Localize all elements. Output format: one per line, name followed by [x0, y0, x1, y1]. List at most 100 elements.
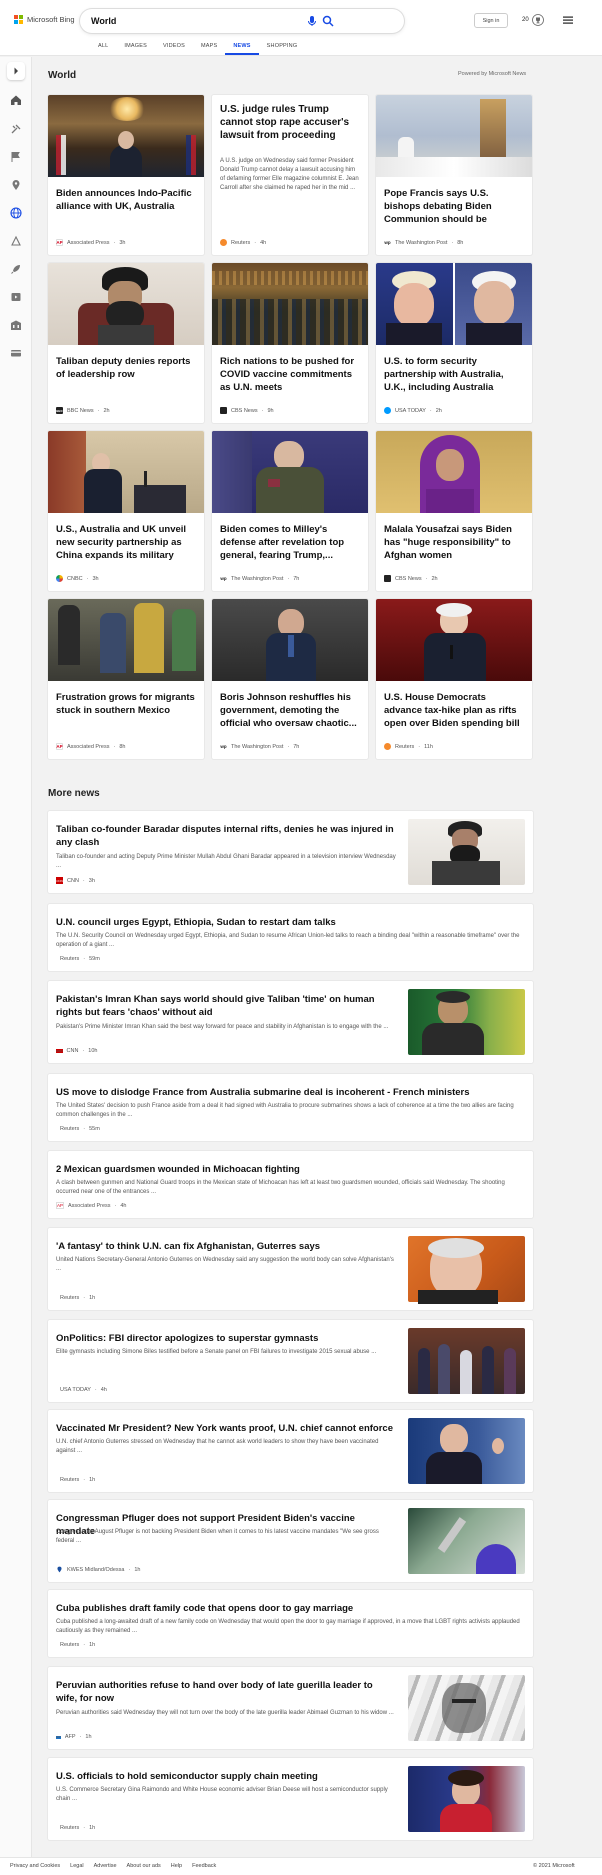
news-title[interactable]: Frustration grows for migrants stuck in …: [56, 691, 196, 717]
category-sidebar: [0, 57, 32, 1857]
home-icon[interactable]: [10, 94, 22, 106]
news-list-item[interactable]: U.S. officials to hold semiconductor sup…: [48, 1758, 533, 1840]
news-card[interactable]: Boris Johnson reshuffles his government,…: [212, 599, 368, 759]
news-card[interactable]: Pope Francis says U.S. bishops debating …: [376, 95, 532, 255]
news-card[interactable]: Rich nations to be pushed for COVID vacc…: [212, 263, 368, 423]
tab-maps[interactable]: MAPS: [193, 42, 225, 55]
tab-news[interactable]: NEWS: [225, 42, 259, 55]
news-title[interactable]: Rich nations to be pushed for COVID vacc…: [220, 355, 360, 394]
news-list-item[interactable]: US move to dislodge France from Australi…: [48, 1074, 533, 1141]
news-card[interactable]: U.S., Australia and UK unveil new securi…: [48, 431, 204, 591]
news-list-item[interactable]: Vaccinated Mr President? New York wants …: [48, 1410, 533, 1492]
news-card[interactable]: Malala Yousafzai says Biden has "huge re…: [376, 431, 532, 591]
footer-link-advertise[interactable]: Advertise: [94, 1863, 117, 1869]
news-title[interactable]: U.S. House Democrats advance tax-hike pl…: [384, 691, 524, 730]
news-title[interactable]: Pakistan's Imran Khan says world should …: [56, 993, 396, 1019]
news-card[interactable]: Taliban deputy denies reports of leaders…: [48, 263, 204, 423]
news-source: Reuters · 55m: [60, 1126, 100, 1132]
news-title[interactable]: U.N. council urges Egypt, Ethiopia, Suda…: [56, 916, 516, 929]
tab-all[interactable]: ALL: [90, 42, 116, 55]
news-snippet: Cuba published a long-awaited draft of a…: [56, 1619, 520, 1634]
building-icon[interactable]: [10, 319, 22, 331]
rewards-trophy-icon[interactable]: [532, 14, 544, 26]
card-icon[interactable]: [10, 347, 22, 359]
source-logo-icon: wp: [384, 239, 391, 246]
search-box[interactable]: World: [80, 9, 404, 33]
news-list-item[interactable]: Taliban co-founder Baradar disputes inte…: [48, 811, 533, 893]
news-title[interactable]: Taliban deputy denies reports of leaders…: [56, 355, 196, 381]
hamburger-menu-icon[interactable]: [563, 15, 573, 25]
footer-link-feedback[interactable]: Feedback: [192, 1863, 216, 1869]
news-card[interactable]: Frustration grows for migrants stuck in …: [48, 599, 204, 759]
news-title[interactable]: Peruvian authorities refuse to hand over…: [56, 1679, 396, 1705]
footer-link-privacy[interactable]: Privacy and Cookies: [10, 1863, 60, 1869]
sign-in-button[interactable]: Sign in: [474, 13, 508, 28]
news-card[interactable]: Biden announces Indo-Pacific alliance wi…: [48, 95, 204, 255]
bing-logo[interactable]: Microsoft Bing: [14, 15, 75, 24]
news-image: [376, 263, 532, 345]
footer-link-about-ads[interactable]: About our ads: [127, 1863, 161, 1869]
news-list-item[interactable]: 'A fantasy' to think U.N. can fix Afghan…: [48, 1228, 533, 1310]
news-list-item[interactable]: Cuba publishes draft family code that op…: [48, 1590, 533, 1657]
news-title[interactable]: Taliban co-founder Baradar disputes inte…: [56, 823, 396, 849]
news-list-item[interactable]: Peruvian authorities refuse to hand over…: [48, 1667, 533, 1749]
news-image: [408, 1328, 525, 1394]
tab-shopping[interactable]: SHOPPING: [259, 42, 306, 55]
tab-videos[interactable]: VIDEOS: [155, 42, 193, 55]
tab-images[interactable]: IMAGES: [116, 42, 155, 55]
source-logo-icon: [384, 575, 391, 582]
news-title[interactable]: OnPolitics: FBI director apologizes to s…: [56, 1332, 396, 1345]
news-list-item[interactable]: U.N. council urges Egypt, Ethiopia, Suda…: [48, 904, 533, 971]
news-image: [408, 1766, 525, 1832]
news-snippet: United Nations Secretary-General Antonio…: [56, 1257, 394, 1272]
sidebar-expand-button[interactable]: [7, 62, 25, 80]
search-input[interactable]: World: [91, 16, 116, 26]
source-logo-icon: [384, 743, 391, 750]
video-icon[interactable]: [10, 291, 22, 303]
rewards-points[interactable]: 20: [522, 17, 529, 23]
news-source: AFP AFP · 1h: [56, 1734, 92, 1740]
news-title[interactable]: U.S. judge rules Trump cannot stop rape …: [220, 103, 360, 142]
news-title[interactable]: Biden comes to Milley's defense after re…: [220, 523, 360, 562]
tools-icon[interactable]: [10, 123, 22, 135]
footer-link-legal[interactable]: Legal: [70, 1863, 83, 1869]
news-title[interactable]: Biden announces Indo-Pacific alliance wi…: [56, 187, 196, 213]
news-title[interactable]: Malala Yousafzai says Biden has "huge re…: [384, 523, 524, 562]
globe-icon[interactable]: [10, 207, 22, 219]
news-title[interactable]: Cuba publishes draft family code that op…: [56, 1602, 516, 1615]
news-list-item[interactable]: OnPolitics: FBI director apologizes to s…: [48, 1320, 533, 1402]
news-title[interactable]: U.S. to form security partnership with A…: [384, 355, 524, 395]
footer-link-help[interactable]: Help: [171, 1863, 182, 1869]
news-title[interactable]: 2 Mexican guardsmen wounded in Michoacan…: [56, 1163, 516, 1176]
news-snippet: U.N. chief Antonio Guterres stressed on …: [56, 1439, 379, 1454]
news-snippet: Elite gymnasts including Simone Biles te…: [56, 1349, 377, 1355]
news-image: [48, 431, 204, 513]
source-logo-icon: wp: [220, 743, 227, 750]
flag-icon[interactable]: [10, 151, 22, 163]
news-title[interactable]: Pope Francis says U.S. bishops debating …: [384, 187, 524, 227]
logo-text: Microsoft Bing: [27, 15, 75, 24]
news-title[interactable]: U.S. officials to hold semiconductor sup…: [56, 1770, 396, 1783]
science-icon[interactable]: [10, 235, 22, 247]
news-title[interactable]: 'A fantasy' to think U.N. can fix Afghan…: [56, 1240, 396, 1253]
news-list-item[interactable]: Congressman Pfluger does not support Pre…: [48, 1500, 533, 1582]
news-card[interactable]: U.S. House Democrats advance tax-hike pl…: [376, 599, 532, 759]
microphone-icon[interactable]: [306, 15, 318, 27]
location-pin-icon[interactable]: [10, 179, 22, 191]
news-list-item[interactable]: 2 Mexican guardsmen wounded in Michoacan…: [48, 1151, 533, 1218]
news-snippet: Peruvian authorities said Wednesday they…: [56, 1710, 394, 1716]
news-snippet: Pakistan's Prime Minister Imran Khan sai…: [56, 1024, 389, 1030]
news-card[interactable]: Biden comes to Milley's defense after re…: [212, 431, 368, 591]
news-source: USA TODAY · 2h: [384, 407, 442, 414]
news-title[interactable]: Vaccinated Mr President? New York wants …: [56, 1422, 396, 1435]
news-image: [408, 1675, 525, 1741]
news-list-item[interactable]: Pakistan's Imran Khan says world should …: [48, 981, 533, 1063]
news-title[interactable]: US move to dislodge France from Australi…: [56, 1086, 516, 1099]
news-card[interactable]: U.S. judge rules Trump cannot stop rape …: [212, 95, 368, 255]
source-logo-icon: wp: [220, 575, 227, 582]
search-icon[interactable]: [322, 15, 334, 27]
news-title[interactable]: U.S., Australia and UK unveil new securi…: [56, 523, 196, 563]
news-title[interactable]: Boris Johnson reshuffles his government,…: [220, 691, 360, 730]
rocket-icon[interactable]: [10, 263, 22, 275]
news-card[interactable]: U.S. to form security partnership with A…: [376, 263, 532, 423]
